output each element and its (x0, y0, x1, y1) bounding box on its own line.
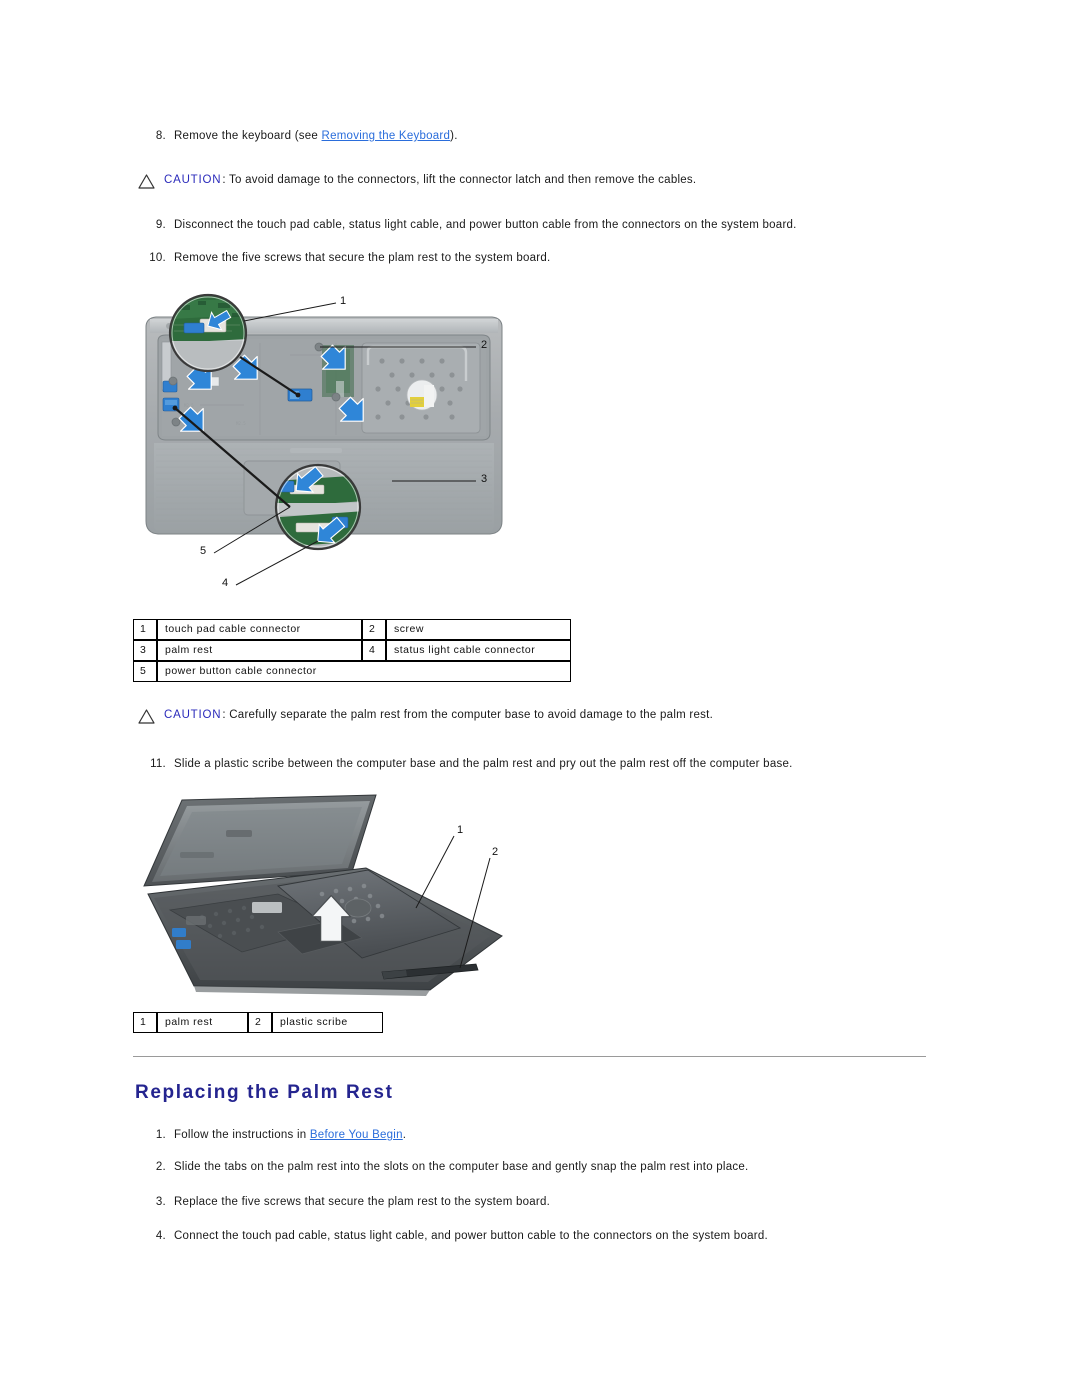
figure1-callout-1: 1 (340, 295, 347, 307)
step-number: 11. (150, 758, 166, 770)
caution-separate-palm-rest: CAUTION: Carefully separate the palm res… (138, 708, 713, 724)
figure1-callout-table: 1 touch pad cable connector 2 screw 3 pa… (133, 619, 571, 682)
callout-index: 1 (133, 1012, 157, 1033)
page-title: Replacing the Palm Rest (135, 1082, 394, 1103)
replace-step-3: 3. Replace the five screws that secure th… (142, 1195, 550, 1209)
step-text: Replace the five screws that secure the … (174, 1196, 551, 1208)
step-number: 4. (155, 1230, 166, 1242)
section-divider (133, 1056, 926, 1057)
step-10: 10. Remove the five screws that secure th… (142, 251, 550, 265)
figure2-callout-1: 1 (457, 824, 464, 836)
figure2-callout-table: 1 palm rest 2 plastic scribe (133, 1012, 383, 1033)
step-text: Remove the five screws that secure the p… (174, 252, 551, 264)
callout-index: 5 (133, 661, 157, 682)
step-text: Remove the keyboard (see (174, 130, 322, 142)
callout-label: status light cable connector (386, 640, 571, 661)
callout-label: palm rest (157, 1012, 248, 1033)
replace-step-2: 2. Slide the tabs on the palm rest into t… (142, 1160, 748, 1174)
callout-label: screw (386, 619, 571, 640)
caution-label: CAUTION (164, 709, 222, 721)
svg-text:M2.5: M2.5 (236, 421, 246, 426)
warning-triangle-icon (138, 709, 155, 724)
link-removing-the-keyboard[interactable]: Removing the Keyboard (322, 130, 451, 142)
callout-index: 1 (133, 619, 157, 640)
link-before-you-begin[interactable]: Before You Begin (310, 1129, 403, 1141)
figure1-callout-4: 4 (222, 577, 229, 589)
step-text: Slide a plastic scribe between the compu… (174, 758, 793, 770)
step-text: Follow the instructions in (174, 1129, 310, 1141)
callout-index: 2 (248, 1012, 272, 1033)
laptop-photo (143, 794, 503, 996)
step-number: 3. (155, 1196, 166, 1208)
callout-label: power button cable connector (157, 661, 571, 682)
perforated-plate (361, 342, 481, 434)
step-text-tail: ). (450, 130, 458, 142)
figure1-callout-3: 3 (481, 473, 488, 485)
table-row: 1 touch pad cable connector 2 screw (133, 619, 571, 640)
table-row: 3 palm rest 4 status light cable connect… (133, 640, 571, 661)
warning-triangle-icon (138, 174, 155, 189)
step-9: 9. Disconnect the touch pad cable, status… (142, 218, 797, 232)
caution-text: To avoid damage to the connectors, lift … (229, 174, 697, 186)
step-number: 2. (155, 1161, 166, 1173)
caution-label: CAUTION (164, 174, 222, 186)
figure2-callout-2: 2 (492, 846, 499, 858)
callout-label: palm rest (157, 640, 362, 661)
figure1-callout-5: 5 (200, 545, 207, 557)
document-page: 8. Remove the keyboard (see Removing the … (0, 0, 1080, 1397)
figure-palm-rest-pry: 1 2 (130, 790, 530, 1010)
callout-index: 4 (362, 640, 386, 661)
callout-label: touch pad cable connector (157, 619, 362, 640)
step-text: Slide the tabs on the palm rest into the… (174, 1161, 749, 1173)
figure1-callout-2: 2 (481, 339, 488, 351)
callout-label: plastic scribe (272, 1012, 383, 1033)
step-number: 8. (155, 130, 166, 142)
caution-connectors: CAUTION: To avoid damage to the connecto… (138, 173, 696, 189)
table-row: 5 power button cable connector (133, 661, 571, 682)
figure-palm-rest-screws: M2.5 M2.5 M2.5 M2.5 M2.5 (140, 285, 520, 605)
step-number: 9. (155, 219, 166, 231)
step-number: 10. (149, 252, 166, 264)
step-text: Connect the touch pad cable, status ligh… (174, 1230, 768, 1242)
step-text: Disconnect the touch pad cable, status l… (174, 219, 797, 231)
caution-text: Carefully separate the palm rest from th… (229, 709, 714, 721)
table-row: 1 palm rest 2 plastic scribe (133, 1012, 383, 1033)
step-number: 1. (155, 1129, 166, 1141)
replace-step-1: 1. Follow the instructions in Before You … (142, 1128, 406, 1142)
step-text-tail: . (402, 1129, 407, 1141)
callout-index: 2 (362, 619, 386, 640)
step-8: 8. Remove the keyboard (see Removing the … (142, 129, 458, 143)
replace-step-4: 4. Connect the touch pad cable, status li… (142, 1229, 768, 1243)
step-11: 11. Slide a plastic scribe between the co… (142, 757, 793, 771)
callout-index: 3 (133, 640, 157, 661)
svg-text:M2.5: M2.5 (184, 403, 194, 408)
